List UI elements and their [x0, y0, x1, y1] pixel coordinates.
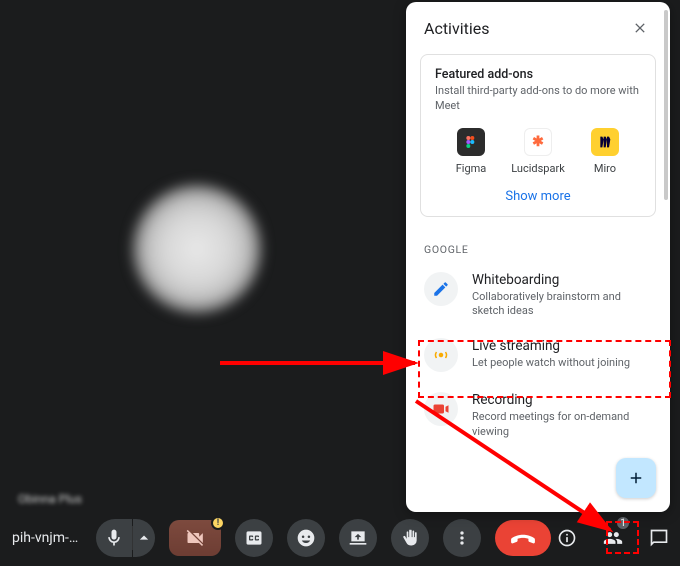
google-section-label: GOOGLE — [406, 227, 670, 262]
featured-title: Featured add-ons — [435, 67, 641, 82]
people-count-badge: 1 — [615, 515, 631, 531]
more-vert-icon — [452, 528, 472, 548]
activity-title: Recording — [472, 392, 652, 408]
camera-warning-badge: ! — [211, 516, 225, 530]
camera-toggle-button[interactable]: ! — [169, 520, 221, 556]
present-icon — [348, 528, 368, 548]
activities-panel: Activities Featured add-ons Install thir… — [406, 2, 670, 512]
recording-icon — [424, 392, 458, 426]
chevron-up-icon — [134, 528, 154, 548]
control-bar: pih-vnjm-… ! — [0, 510, 680, 566]
meeting-details-button[interactable] — [551, 519, 583, 557]
add-activity-fab[interactable] — [616, 458, 656, 498]
meeting-code-label: pih-vnjm-… — [8, 530, 96, 546]
activity-recording[interactable]: Recording Record meetings for on-demand … — [406, 382, 670, 449]
activity-subtitle: Collaboratively brainstorm and sketch id… — [472, 290, 652, 319]
activity-subtitle: Let people watch without joining — [472, 356, 630, 370]
chat-icon — [649, 528, 669, 548]
hangup-icon — [510, 525, 536, 551]
activity-text: Recording Record meetings for on-demand … — [472, 392, 652, 439]
activity-subtitle: Record meetings for on-demand viewing — [472, 410, 652, 439]
addon-label: Lucidspark — [511, 162, 565, 175]
featured-addons-card: Featured add-ons Install third-party add… — [420, 54, 656, 217]
center-controls: ! — [96, 519, 551, 557]
leave-call-button[interactable] — [495, 520, 551, 556]
captions-button[interactable] — [235, 519, 273, 557]
addon-label: Miro — [594, 162, 616, 175]
addon-row: Figma ✱ Lucidspark Miro — [441, 128, 635, 175]
activity-title: Live streaming — [472, 338, 630, 354]
mic-toggle-button[interactable] — [96, 519, 132, 557]
addon-figma[interactable]: Figma — [441, 128, 501, 175]
featured-subtitle: Install third-party add-ons to do more w… — [435, 84, 641, 114]
activity-live-streaming[interactable]: Live streaming Let people watch without … — [406, 328, 670, 382]
addon-label: Figma — [456, 162, 487, 175]
addon-lucidspark[interactable]: ✱ Lucidspark — [508, 128, 568, 175]
activity-title: Whiteboarding — [472, 272, 652, 288]
participant-name-label: Obinna Plus — [18, 492, 82, 506]
panel-scrollbar[interactable] — [664, 10, 668, 504]
chat-button[interactable] — [643, 519, 675, 557]
captions-icon — [244, 528, 264, 548]
mic-pill — [96, 519, 155, 557]
lucidspark-icon: ✱ — [524, 128, 552, 156]
close-panel-button[interactable] — [628, 16, 652, 40]
close-icon — [632, 20, 648, 36]
hand-icon — [400, 528, 420, 548]
whiteboard-icon — [424, 272, 458, 306]
panel-header: Activities — [406, 2, 670, 50]
raise-hand-button[interactable] — [391, 519, 429, 557]
present-screen-button[interactable] — [339, 519, 377, 557]
mic-options-button[interactable] — [133, 519, 155, 557]
reactions-button[interactable] — [287, 519, 325, 557]
live-streaming-icon — [424, 338, 458, 372]
camera-off-icon — [185, 528, 205, 548]
people-button[interactable]: 1 — [597, 519, 629, 557]
info-icon — [557, 528, 577, 548]
mic-icon — [104, 528, 124, 548]
plus-icon — [627, 469, 645, 487]
people-icon — [603, 528, 623, 548]
participant-avatar-blurred — [132, 184, 262, 314]
figma-icon — [457, 128, 485, 156]
right-controls: 1 — [551, 519, 680, 557]
miro-icon — [591, 128, 619, 156]
panel-scrollbar-thumb[interactable] — [664, 10, 668, 200]
show-more-link[interactable]: Show more — [435, 181, 641, 206]
activity-text: Whiteboarding Collaboratively brainstorm… — [472, 272, 652, 319]
addon-miro[interactable]: Miro — [575, 128, 635, 175]
smile-icon — [296, 528, 316, 548]
activity-text: Live streaming Let people watch without … — [472, 338, 630, 370]
activity-whiteboarding[interactable]: Whiteboarding Collaboratively brainstorm… — [406, 262, 670, 329]
more-options-button[interactable] — [443, 519, 481, 557]
panel-title: Activities — [424, 19, 489, 38]
